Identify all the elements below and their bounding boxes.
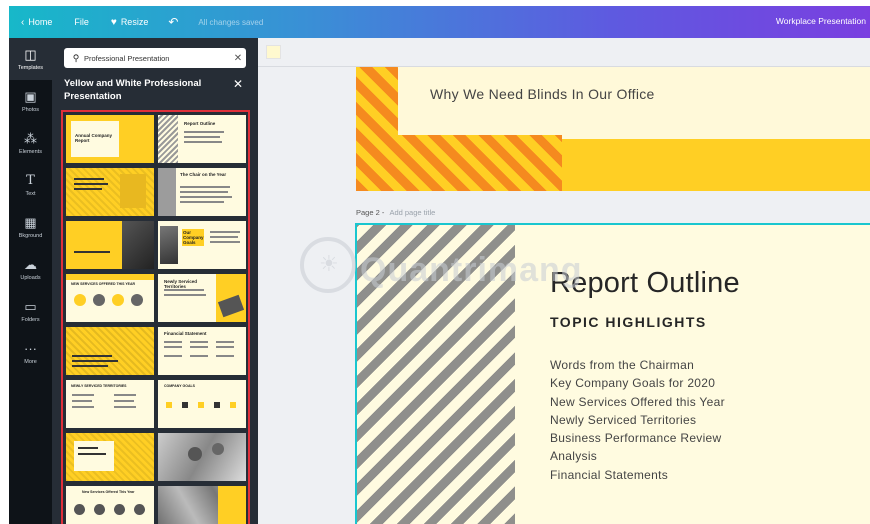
rail-item-background[interactable]: ▦ Bkground xyxy=(9,206,52,248)
rail-label: Uploads xyxy=(20,274,41,281)
rail-item-more[interactable]: ··· More xyxy=(9,332,52,374)
rail-label: More xyxy=(24,358,37,365)
template-thumbnail[interactable]: Report Outline xyxy=(158,115,246,163)
templates-panel: ⚲ Professional Presentation ✕ Yellow and… xyxy=(52,38,258,524)
search-icon: ⚲ xyxy=(72,52,80,63)
page2-label: Page 2 - Add page title xyxy=(356,208,435,217)
thumbnail-title: New Services Offered This Year xyxy=(82,490,135,494)
template-thumbnail[interactable]: New Services Offered This Year xyxy=(66,486,154,524)
resize-label: Resize xyxy=(120,17,149,27)
rail-item-elements[interactable]: ⁂ Elements xyxy=(9,122,52,164)
watermark: ☀ Quantrimang xyxy=(300,237,582,301)
outline-item[interactable]: New Services Offered this Year xyxy=(550,393,725,411)
upload-icon: ☁ xyxy=(24,256,37,272)
template-thumbnail[interactable] xyxy=(158,433,246,481)
template-icon: ◫ xyxy=(24,46,37,62)
template-thumbnail[interactable]: The Chair on the Year xyxy=(158,168,246,216)
page1-title[interactable]: Why We Need Blinds In Our Office xyxy=(430,86,655,102)
resize-button[interactable]: ♥ Resize xyxy=(111,17,148,28)
rail-label: Text xyxy=(25,190,36,197)
thumbnail-title: Annual Company Report xyxy=(75,133,113,143)
file-label: File xyxy=(74,17,89,27)
template-thumbnail[interactable] xyxy=(66,327,154,375)
rail-label: Photos xyxy=(21,106,40,113)
close-icon[interactable]: ✕ xyxy=(233,77,243,91)
outline-item[interactable]: Analysis xyxy=(550,447,725,465)
template-thumbnail[interactable]: NEW SERVICES OFFERED THIS YEAR xyxy=(66,274,154,322)
save-status: All changes saved xyxy=(198,17,264,27)
page2-subtitle[interactable]: TOPIC HIGHLIGHTS xyxy=(550,314,707,330)
rail-item-folders[interactable]: ▭ Folders xyxy=(9,290,52,332)
outline-item[interactable]: Business Performance Review xyxy=(550,429,725,447)
outline-item[interactable]: Key Company Goals for 2020 xyxy=(550,374,725,392)
outline-item[interactable]: Newly Serviced Territories xyxy=(550,411,725,429)
template-thumbnail[interactable] xyxy=(66,168,154,216)
outline-list: Words from the Chairman Key Company Goal… xyxy=(550,356,725,484)
text-icon: T xyxy=(26,172,35,188)
more-icon: ··· xyxy=(24,340,37,356)
template-thumbnail[interactable]: NEWLY SERVICED TERRITORIES xyxy=(66,380,154,428)
template-thumbnail[interactable] xyxy=(66,433,154,481)
add-page-title-link[interactable]: Add page title xyxy=(389,208,435,217)
rail-item-text[interactable]: T Text xyxy=(9,164,52,206)
page2-number: Page 2 - xyxy=(356,208,385,217)
thumbnail-title: COMPANY GOALS xyxy=(164,384,195,388)
elements-icon: ⁂ xyxy=(24,130,37,146)
page-thumbnail-button[interactable] xyxy=(266,45,281,59)
thumbnail-title: Our Company Goals xyxy=(182,229,204,246)
search-input[interactable]: Professional Presentation xyxy=(84,54,230,63)
template-thumbnail[interactable]: COMPANY GOALS xyxy=(158,380,246,428)
page1-title-card: Why We Need Blinds In Our Office xyxy=(398,67,870,135)
thumbnail-title: NEW SERVICES OFFERED THIS YEAR xyxy=(71,282,136,286)
rail-item-uploads[interactable]: ☁ Uploads xyxy=(9,248,52,290)
outline-item[interactable]: Financial Statements xyxy=(550,466,725,484)
template-thumbnail[interactable]: Newly Serviced Territories xyxy=(158,274,246,322)
file-menu[interactable]: File xyxy=(74,17,89,27)
template-thumbnail[interactable]: Financial Statement xyxy=(158,327,246,375)
folder-icon: ▭ xyxy=(24,298,37,314)
template-thumbnail[interactable] xyxy=(158,486,246,524)
page-1[interactable]: Why We Need Blinds In Our Office xyxy=(356,67,870,191)
rail-label: Templates xyxy=(17,64,44,71)
undo-button[interactable]: ↶ xyxy=(168,15,182,29)
rail-label: Elements xyxy=(19,148,42,155)
photo-icon: ▣ xyxy=(24,88,37,104)
template-thumbnail[interactable]: Our Company Goals xyxy=(158,221,246,269)
template-thumbnail[interactable] xyxy=(66,221,154,269)
rail-label: Bkground xyxy=(18,232,43,239)
thumbnail-title: Financial Statement xyxy=(164,331,207,336)
page1-yellow-band xyxy=(562,139,870,191)
document-title[interactable]: Workplace Presentation xyxy=(776,16,866,26)
rail-item-templates[interactable]: ◫ Templates xyxy=(9,38,52,80)
template-thumbnail-group: Annual Company Report Report Outline The… xyxy=(61,110,250,524)
thumbnail-title: NEWLY SERVICED TERRITORIES xyxy=(71,384,127,388)
template-thumbnail[interactable]: Annual Company Report xyxy=(66,115,154,163)
thumbnail-title: Newly Serviced Territories xyxy=(164,279,198,289)
watermark-text: Quantrimang xyxy=(360,251,583,289)
lightbulb-icon: ☀ xyxy=(319,251,339,276)
side-rail: ◫ Templates ▣ Photos ⁂ Elements T Text ▦… xyxy=(9,38,52,524)
thumbnail-title: Report Outline xyxy=(184,121,216,126)
clear-search-icon[interactable]: ✕ xyxy=(230,53,246,64)
thumbnail-title: The Chair on the Year xyxy=(180,172,227,177)
undo-icon: ↶ xyxy=(168,15,179,29)
home-button[interactable]: ‹ Home xyxy=(21,17,52,28)
heart-icon: ♥ xyxy=(110,16,117,28)
background-icon: ▦ xyxy=(24,214,37,230)
rail-item-photos[interactable]: ▣ Photos xyxy=(9,80,52,122)
outline-item[interactable]: Words from the Chairman xyxy=(550,356,725,374)
template-search[interactable]: ⚲ Professional Presentation ✕ xyxy=(64,48,246,68)
panel-title: Yellow and White Professional Presentati… xyxy=(64,78,202,102)
rail-label: Folders xyxy=(21,316,40,323)
top-toolbar: ‹ Home File ♥ Resize ↶ All changes saved… xyxy=(9,6,870,38)
home-label: Home xyxy=(28,17,53,27)
chevron-left-icon: ‹ xyxy=(21,16,25,28)
